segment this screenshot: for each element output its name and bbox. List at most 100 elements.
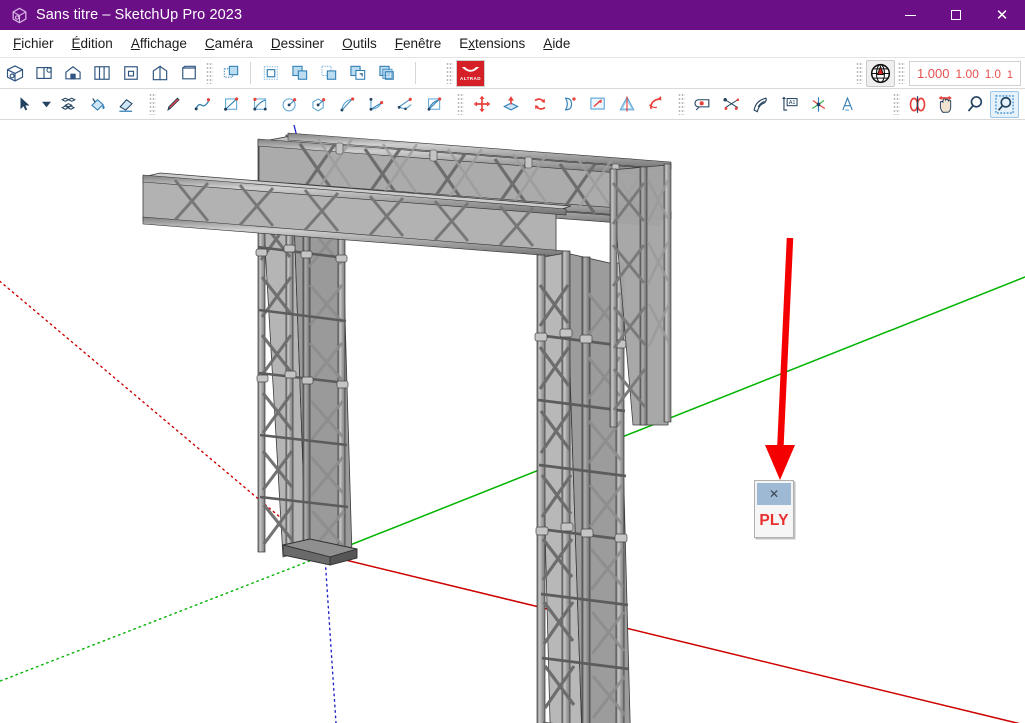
select-arrow-button[interactable]	[10, 91, 39, 118]
precision-value-2[interactable]: 1.00	[956, 63, 979, 86]
left-view-button[interactable]	[145, 60, 174, 87]
tape-measure-button[interactable]	[688, 91, 717, 118]
menu-aide[interactable]: Aide	[534, 33, 579, 54]
right-toolbars: 1.000 1.00 1.0 1	[853, 58, 1021, 89]
minimize-button[interactable]	[887, 0, 933, 30]
model-viewport[interactable]: ✕ PLY	[0, 125, 1025, 723]
globe-location-button[interactable]	[866, 60, 895, 87]
precision-toolbar[interactable]: 1.000 1.00 1.0 1	[909, 61, 1021, 86]
menu-extensions[interactable]: Extensions	[450, 33, 534, 54]
zoom-window-button[interactable]	[990, 91, 1019, 118]
truss-right-column	[535, 251, 636, 723]
bottom-view-button[interactable]	[174, 60, 203, 87]
maximize-button[interactable]	[933, 0, 979, 30]
ply-label: PLY	[759, 512, 788, 530]
close-icon: ✕	[996, 8, 1009, 23]
split-button[interactable]	[372, 60, 401, 87]
maximize-icon	[951, 10, 961, 20]
ply-panel-body: PLY	[755, 505, 793, 537]
circle-button[interactable]	[275, 91, 304, 118]
solid-tools-toolbar	[216, 58, 401, 89]
ply-floating-panel[interactable]: ✕ PLY	[754, 480, 794, 538]
principal-toolbar	[10, 89, 141, 120]
toolbar-grip[interactable]	[206, 62, 213, 84]
toolbar-row-1: ALTRAD 1.000 1.00 1.0 1	[0, 58, 1025, 89]
menu-dessiner[interactable]: Dessiner	[262, 33, 333, 54]
truss-gantry-model	[143, 133, 671, 723]
precision-value-3[interactable]: 1.0	[985, 64, 1001, 87]
iso-view-button[interactable]	[0, 60, 29, 87]
scale-button[interactable]	[583, 91, 612, 118]
precision-value-4[interactable]: 1	[1007, 64, 1013, 87]
toolbar-grip[interactable]	[893, 93, 900, 115]
zoom-button[interactable]	[961, 91, 990, 118]
dimension-button[interactable]	[717, 91, 746, 118]
close-button[interactable]: ✕	[979, 0, 1025, 30]
eraser-button[interactable]	[112, 91, 141, 118]
sketchup-logo-icon	[6, 6, 32, 25]
altrad-logo-icon[interactable]: ALTRAD	[456, 60, 485, 87]
close-icon[interactable]: ✕	[769, 488, 779, 500]
intersect-button[interactable]	[256, 60, 285, 87]
menubar: Fichier Édition Affichage Caméra Dessine…	[0, 30, 1025, 58]
menu-fichier[interactable]: Fichier	[4, 33, 63, 54]
polygon-button[interactable]	[304, 91, 333, 118]
move-button[interactable]	[467, 91, 496, 118]
menu-affichage[interactable]: Affichage	[122, 33, 196, 54]
toolbar-grip[interactable]	[678, 93, 685, 115]
text-label-button[interactable]: A1	[775, 91, 804, 118]
rectangle-button[interactable]	[217, 91, 246, 118]
construction-toolbar: A1	[688, 89, 862, 120]
menu-fenetre[interactable]: Fenêtre	[386, 33, 451, 54]
union-button[interactable]	[285, 60, 314, 87]
pencil-line-button[interactable]	[159, 91, 188, 118]
sketchup-window: Sans titre – SketchUp Pro 2023 ✕ Fichier…	[0, 0, 1025, 723]
offset-button[interactable]	[612, 91, 641, 118]
pie-arc-button[interactable]	[362, 91, 391, 118]
arc-button[interactable]	[333, 91, 362, 118]
toolbar-grip[interactable]	[149, 93, 156, 115]
red-arrow-annotation	[765, 238, 795, 480]
orbit-button[interactable]	[903, 91, 932, 118]
trim-button[interactable]	[343, 60, 372, 87]
altrad-label: ALTRAD	[460, 76, 481, 81]
toolbar-grip[interactable]	[446, 62, 453, 84]
pan-hand-button[interactable]	[932, 91, 961, 118]
push-pull-button[interactable]	[496, 91, 525, 118]
front-view-button[interactable]	[58, 60, 87, 87]
make-component-button[interactable]	[54, 91, 83, 118]
chevron-down-icon[interactable]	[39, 91, 54, 118]
toolbar-grip[interactable]	[898, 62, 905, 84]
minimize-icon	[905, 15, 916, 16]
drawing-toolbar	[159, 89, 449, 120]
right-view-button[interactable]	[87, 60, 116, 87]
toolbar-row-2: A1	[0, 89, 1025, 120]
rotate-arrow-button[interactable]	[641, 91, 670, 118]
subtract-button[interactable]	[314, 60, 343, 87]
back-view-button[interactable]	[116, 60, 145, 87]
3d-text-button[interactable]	[833, 91, 862, 118]
menu-edition[interactable]: Édition	[63, 33, 122, 54]
menu-camera[interactable]: Caméra	[196, 33, 262, 54]
modification-toolbar	[467, 89, 670, 120]
model-scene	[0, 125, 1025, 723]
altrad-extension-toolbar: ALTRAD	[443, 58, 485, 89]
three-point-arc-button[interactable]	[391, 91, 420, 118]
outer-shell-button[interactable]	[216, 60, 245, 87]
toolbar-grip[interactable]	[856, 62, 863, 84]
rotate-button[interactable]	[525, 91, 554, 118]
ply-panel-titlebar[interactable]: ✕	[757, 483, 791, 505]
axes-button[interactable]	[804, 91, 833, 118]
tangent-arc-button[interactable]	[420, 91, 449, 118]
toolbar-grip[interactable]	[457, 93, 464, 115]
svg-text:A1: A1	[789, 100, 796, 106]
protractor-button[interactable]	[746, 91, 775, 118]
menu-outils[interactable]: Outils	[333, 33, 386, 54]
rotated-rectangle-button[interactable]	[246, 91, 275, 118]
follow-me-button[interactable]	[554, 91, 583, 118]
paint-bucket-button[interactable]	[83, 91, 112, 118]
views-toolbar	[0, 58, 203, 89]
precision-value-1[interactable]: 1.000	[917, 62, 950, 85]
top-view-button[interactable]	[29, 60, 58, 87]
freehand-button[interactable]	[188, 91, 217, 118]
